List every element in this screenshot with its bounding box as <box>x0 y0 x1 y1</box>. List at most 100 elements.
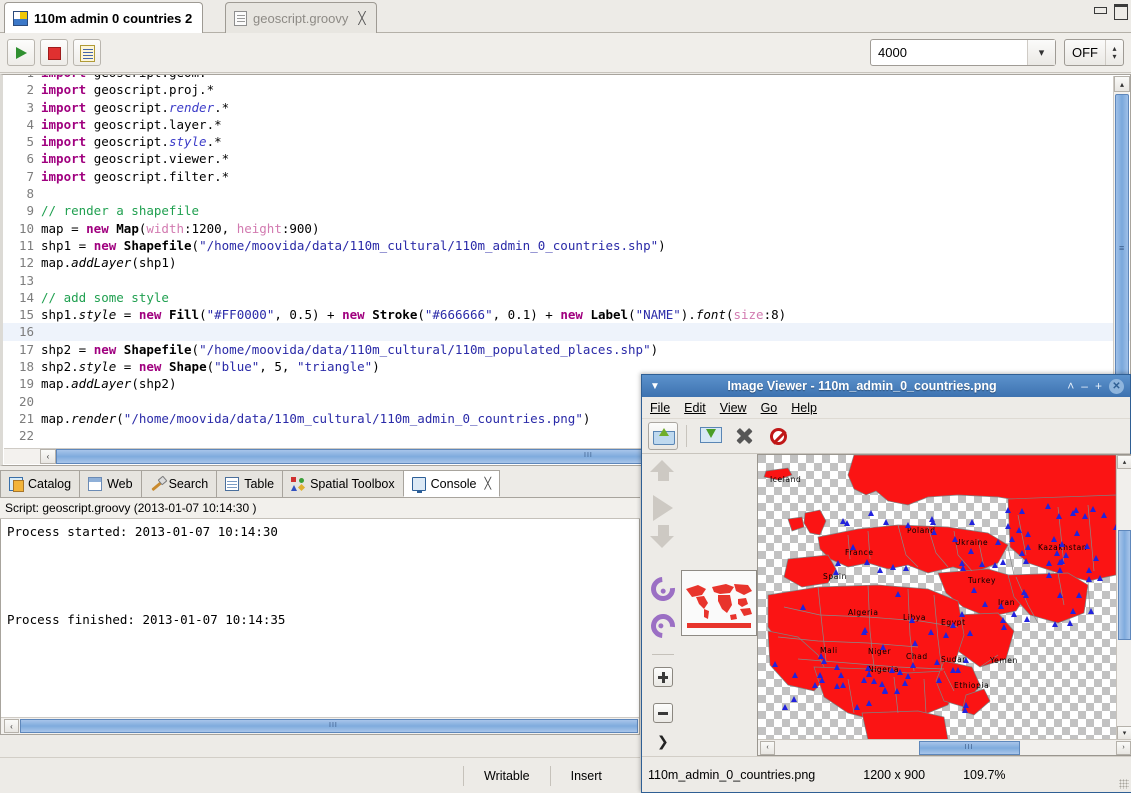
tab-map-110m-admin-0-countries-2[interactable]: 110m admin 0 countries 2 <box>4 2 204 33</box>
window-menu-icon[interactable]: ▼ <box>646 381 664 392</box>
run-script-button[interactable] <box>7 39 35 66</box>
city-marker <box>854 703 861 710</box>
minimize-icon[interactable] <box>1093 4 1107 16</box>
scroll-up-icon[interactable]: ▴ <box>1117 455 1131 469</box>
menu-view[interactable]: View <box>720 401 747 415</box>
city-marker <box>966 629 973 636</box>
minimize-icon[interactable]: – <box>1081 380 1088 392</box>
city-marker <box>1018 549 1025 556</box>
city-marker <box>905 522 912 529</box>
expand-chevron-icon[interactable]: ❯ <box>657 734 669 750</box>
table-icon <box>225 477 240 491</box>
tab-table[interactable]: Table <box>216 470 284 497</box>
rotate-ccw-icon[interactable] <box>646 572 680 606</box>
console-horizontal-scrollbar[interactable]: ‹ <box>1 717 639 734</box>
code-line: 9 // render a shapefile <box>3 202 1130 219</box>
scroll-left-icon[interactable]: ‹ <box>760 740 775 755</box>
city-marker <box>994 539 1001 546</box>
zoom-in-icon[interactable] <box>653 667 673 687</box>
rotate-cw-icon[interactable] <box>646 609 680 643</box>
code-token: :900) <box>281 220 320 236</box>
off-spinner[interactable]: OFF ▴ ▾ <box>1064 39 1124 66</box>
code-token: import <box>41 99 94 115</box>
code-token: ) <box>582 410 591 426</box>
arrow-down-icon[interactable] <box>650 536 674 548</box>
cancel-button[interactable] <box>763 422 793 450</box>
code-token: shp1 = <box>41 237 94 253</box>
scroll-left-icon[interactable]: ‹ <box>40 449 56 464</box>
open-folder-icon <box>653 427 675 445</box>
tab-close-icon[interactable]: ╳ <box>358 11 365 25</box>
scroll-up-icon[interactable]: ▴ <box>1114 76 1130 92</box>
console-output-area[interactable]: Process started: 2013-01-07 10:14:30 Pro… <box>0 519 640 735</box>
scroll-left-icon[interactable]: ‹ <box>4 719 19 733</box>
tab-search[interactable]: Search <box>140 470 218 497</box>
scroll-right-icon[interactable]: › <box>1116 740 1131 755</box>
zoom-out-icon[interactable] <box>653 703 673 723</box>
map-label: Yemen <box>990 656 1018 665</box>
city-marker <box>999 559 1006 566</box>
code-token: , 0.1) + <box>492 307 561 323</box>
tab-close-icon[interactable]: ╳ <box>485 477 492 490</box>
menu-file-label: File <box>650 400 671 415</box>
image-viewer-window: ▼ Image Viewer - 110m_admin_0_countries.… <box>641 374 1131 793</box>
city-marker <box>1025 543 1032 550</box>
status-dimensions: 1200 x 900 <box>863 767 926 782</box>
image-hscroll-thumb[interactable]: III <box>918 740 1020 755</box>
chevron-down-icon[interactable]: ▾ <box>1027 40 1055 65</box>
tab-catalog[interactable]: Catalog <box>0 470 81 497</box>
image-vertical-scrollbar[interactable]: ▴ ▾ <box>1116 455 1131 740</box>
city-marker <box>832 569 839 576</box>
scroll-down-icon[interactable]: ▾ <box>1117 726 1131 740</box>
image-viewer-titlebar[interactable]: ▼ Image Viewer - 110m_admin_0_countries.… <box>642 375 1130 397</box>
city-marker <box>951 535 958 542</box>
code-line: 18 shp2.style = new Shape("blue", 5, "tri… <box>3 358 1130 375</box>
tab-web[interactable]: Web <box>79 470 142 497</box>
stop-script-button[interactable] <box>40 39 68 66</box>
city-marker <box>1004 522 1011 529</box>
maximize-icon[interactable] <box>1113 4 1128 20</box>
menu-edit[interactable]: Edit <box>684 401 706 415</box>
image-viewer-menubar: File Edit View Go Help <box>642 397 1130 419</box>
city-marker <box>1020 589 1027 596</box>
arrow-right-icon[interactable] <box>653 495 673 521</box>
image-horizontal-scrollbar[interactable]: ‹ III › <box>758 739 1131 755</box>
console-hscroll-thumb[interactable] <box>20 719 638 733</box>
resize-grip-icon[interactable] <box>1119 779 1129 789</box>
menu-go[interactable]: Go <box>761 401 778 415</box>
city-marker <box>1019 508 1026 515</box>
delete-button[interactable] <box>729 422 759 450</box>
code-line: 14 // add some style <box>3 289 1130 306</box>
image-hscroll-track[interactable]: III <box>777 740 1114 755</box>
city-marker <box>863 558 870 565</box>
image-thumbnail[interactable] <box>681 570 757 636</box>
save-button[interactable] <box>695 422 725 450</box>
code-token: ) <box>658 237 666 253</box>
city-marker <box>981 601 988 608</box>
scale-combo[interactable]: 4000 ▾ <box>870 39 1056 66</box>
code-token: width <box>146 220 185 236</box>
script-log-button[interactable] <box>73 39 101 66</box>
city-marker <box>790 696 797 703</box>
image-display-pane[interactable]: Iceland Poland Ukraine Kazakhstan France Spai… <box>757 454 1131 756</box>
map-label: Chad <box>906 652 928 661</box>
menu-file[interactable]: File <box>650 401 670 415</box>
city-marker <box>962 656 969 663</box>
code-token: ( <box>417 307 425 323</box>
scroll-thumb[interactable] <box>1115 94 1129 414</box>
line-number: 15 <box>18 307 34 323</box>
code-token: geoscript. <box>93 134 169 150</box>
maximize-icon[interactable]: + <box>1095 380 1102 392</box>
tab-spatial-toolbox[interactable]: Spatial Toolbox <box>282 470 404 497</box>
code-token: import <box>41 168 94 184</box>
menu-help[interactable]: Help <box>791 401 817 415</box>
city-marker <box>1076 592 1083 599</box>
spinner-arrows-icon[interactable]: ▴ ▾ <box>1105 40 1123 65</box>
tab-geoscript-groovy[interactable]: geoscript.groovy ╳ <box>225 2 377 33</box>
shade-icon[interactable]: ˄ <box>1067 380 1074 392</box>
close-icon[interactable]: ✕ <box>1109 378 1124 394</box>
arrow-down-stem <box>658 525 669 536</box>
image-vscroll-thumb[interactable] <box>1118 530 1131 640</box>
tab-console[interactable]: Console ╳ <box>402 470 501 497</box>
open-file-button[interactable] <box>648 422 678 450</box>
